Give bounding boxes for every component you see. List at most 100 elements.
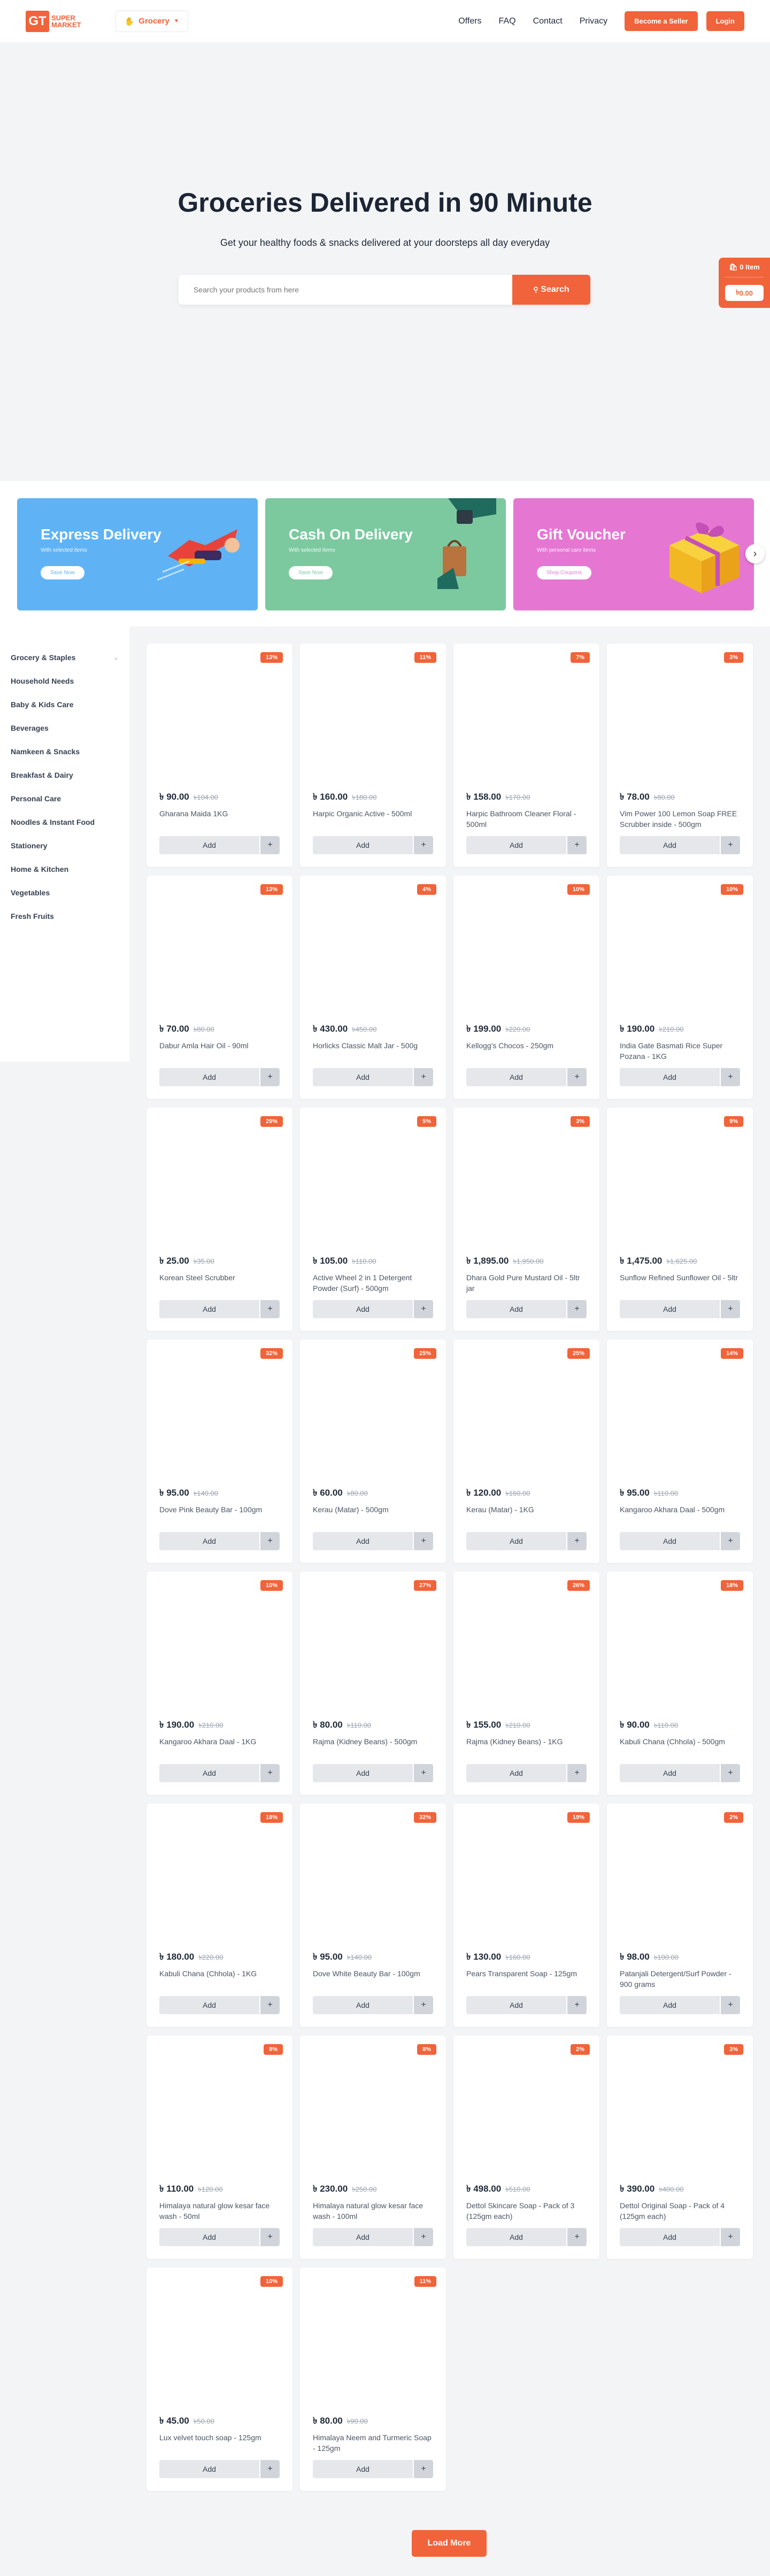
sidebar-item-home-kitchen[interactable]: Home & Kitchen: [11, 857, 119, 881]
banner-cta[interactable]: Save Now: [41, 566, 84, 579]
plus-icon[interactable]: +: [260, 2460, 280, 2478]
product-name[interactable]: Himalaya Neem and Turmeric Soap - 125gm: [313, 2432, 433, 2454]
product-name[interactable]: Dhara Gold Pure Mustard Oil - 5ltr jar: [466, 1272, 587, 1294]
plus-icon[interactable]: +: [567, 1300, 587, 1318]
product-name[interactable]: Harpic Organic Active - 500ml: [313, 808, 433, 830]
product-image[interactable]: [466, 1120, 587, 1254]
product-card[interactable]: 10% ৳ 45.00 ৳50.00 Lux velvet touch soap - …: [147, 2268, 292, 2491]
product-card[interactable]: 32% ৳ 95.00 ৳140.00 Dove White Beauty Bar -…: [300, 1804, 446, 2027]
add-button[interactable]: Add: [313, 1996, 413, 2014]
product-name[interactable]: Gharana Maida 1KG: [159, 808, 280, 830]
product-name[interactable]: Himalaya natural glow kesar face wash - …: [313, 2200, 433, 2222]
product-image[interactable]: [313, 2048, 433, 2182]
product-card[interactable]: 3% ৳ 1,895.00 ৳1,950.00 Dhara Gold Pure Mus…: [453, 1108, 599, 1331]
product-card[interactable]: 25% ৳ 120.00 ৳160.00 Kerau (Matar) - 1KG Add…: [453, 1340, 599, 1563]
plus-icon[interactable]: +: [414, 2460, 433, 2478]
sidebar-item-noodles-instant-food[interactable]: Noodles & Instant Food: [11, 810, 119, 834]
add-button[interactable]: Add: [620, 1068, 720, 1086]
product-image[interactable]: [620, 888, 740, 1022]
product-card[interactable]: 2% ৳ 98.00 ৳100.00 Patanjali Detergent/Surf…: [607, 1804, 753, 2027]
product-card[interactable]: 25% ৳ 60.00 ৳80.00 Kerau (Matar) - 500gm Add…: [300, 1340, 446, 1563]
nav-offers[interactable]: Offers: [458, 17, 481, 26]
product-card[interactable]: 26% ৳ 155.00 ৳210.00 Rajma (Kidney Beans) -…: [453, 1572, 599, 1795]
sidebar-item-stationery[interactable]: Stationery: [11, 834, 119, 857]
product-image[interactable]: [620, 2048, 740, 2182]
plus-icon[interactable]: +: [721, 1532, 740, 1550]
product-name[interactable]: Dove White Beauty Bar - 100gm: [313, 1968, 433, 1990]
add-button[interactable]: Add: [313, 2460, 413, 2478]
product-name[interactable]: Horlicks Classic Malt Jar - 500g: [313, 1040, 433, 1062]
product-card[interactable]: 29% ৳ 25.00 ৳35.00 Korean Steel Scrubber Add…: [147, 1108, 292, 1331]
plus-icon[interactable]: +: [414, 1300, 433, 1318]
banner-cta[interactable]: Save Now: [289, 566, 333, 579]
plus-icon[interactable]: +: [721, 1764, 740, 1782]
add-button[interactable]: Add: [159, 2460, 259, 2478]
nav-privacy[interactable]: Privacy: [580, 17, 607, 26]
plus-icon[interactable]: +: [414, 1068, 433, 1086]
product-image[interactable]: [466, 888, 587, 1022]
floating-cart[interactable]: 🛍 0 Item ৳ 0.00: [719, 258, 770, 308]
banner-express-delivery[interactable]: Express Delivery With selected items Sav…: [17, 498, 258, 610]
add-button[interactable]: Add: [466, 1764, 566, 1782]
add-button[interactable]: Add: [313, 2228, 413, 2246]
add-button[interactable]: Add: [466, 1068, 566, 1086]
sidebar-item-fresh-fruits[interactable]: Fresh Fruits: [11, 904, 119, 928]
product-image[interactable]: [159, 1120, 280, 1254]
sidebar-item-beverages[interactable]: Beverages: [11, 716, 119, 740]
banner-gift-voucher[interactable]: Gift Voucher With personal care items Sh…: [513, 498, 754, 610]
product-image[interactable]: [159, 2280, 280, 2414]
product-name[interactable]: Rajma (Kidney Beans) - 1KG: [466, 1736, 587, 1758]
plus-icon[interactable]: +: [721, 2228, 740, 2246]
product-image[interactable]: [159, 1816, 280, 1950]
product-image[interactable]: [159, 888, 280, 1022]
product-image[interactable]: [159, 656, 280, 790]
add-button[interactable]: Add: [466, 836, 566, 854]
product-name[interactable]: Kabuli Chana (Chhola) - 500gm: [620, 1736, 740, 1758]
product-image[interactable]: [620, 1352, 740, 1486]
sidebar-item-baby-kids-care[interactable]: Baby & Kids Care: [11, 693, 119, 716]
product-name[interactable]: Kabuli Chana (Chhola) - 1KG: [159, 1968, 280, 1990]
plus-icon[interactable]: +: [414, 2228, 433, 2246]
product-image[interactable]: [620, 1120, 740, 1254]
product-image[interactable]: [313, 656, 433, 790]
product-name[interactable]: Rajma (Kidney Beans) - 500gm: [313, 1736, 433, 1758]
plus-icon[interactable]: +: [414, 1532, 433, 1550]
add-button[interactable]: Add: [159, 836, 259, 854]
add-button[interactable]: Add: [620, 1764, 720, 1782]
login-button[interactable]: Login: [706, 11, 744, 31]
plus-icon[interactable]: +: [414, 1996, 433, 2014]
add-button[interactable]: Add: [313, 1764, 413, 1782]
product-card[interactable]: 4% ৳ 430.00 ৳450.00 Horlicks Classic Malt J…: [300, 876, 446, 1099]
plus-icon[interactable]: +: [260, 2228, 280, 2246]
product-image[interactable]: [313, 888, 433, 1022]
plus-icon[interactable]: +: [567, 2228, 587, 2246]
product-image[interactable]: [620, 1816, 740, 1950]
add-button[interactable]: Add: [313, 1300, 413, 1318]
product-image[interactable]: [159, 1584, 280, 1718]
product-card[interactable]: 10% ৳ 190.00 ৳210.00 India Gate Basmati Ric…: [607, 876, 753, 1099]
product-name[interactable]: Sunflow Refined Sunflower Oil - 5ltr: [620, 1272, 740, 1294]
add-button[interactable]: Add: [159, 1300, 259, 1318]
product-card[interactable]: 2% ৳ 498.00 ৳510.00 Dettol Skincare Soap - …: [453, 2036, 599, 2259]
product-name[interactable]: Harpic Bathroom Cleaner Floral - 500ml: [466, 808, 587, 830]
product-image[interactable]: [159, 2048, 280, 2182]
product-image[interactable]: [466, 1584, 587, 1718]
product-card[interactable]: 18% ৳ 90.00 ৳110.00 Kabuli Chana (Chhola) -…: [607, 1572, 753, 1795]
search-button[interactable]: ⚲ Search: [512, 275, 590, 305]
product-name[interactable]: Himalaya natural glow kesar face wash - …: [159, 2200, 280, 2222]
add-button[interactable]: Add: [620, 1996, 720, 2014]
add-button[interactable]: Add: [313, 1068, 413, 1086]
product-card[interactable]: 13% ৳ 70.00 ৳80.00 Dabur Amla Hair Oil - 90…: [147, 876, 292, 1099]
sidebar-item-grocery-staples[interactable]: Grocery & Staples ⌄: [11, 646, 119, 669]
product-name[interactable]: Dettol Skincare Soap - Pack of 3 (125gm …: [466, 2200, 587, 2222]
add-button[interactable]: Add: [159, 2228, 259, 2246]
site-logo[interactable]: GT SUPER MARKET: [26, 10, 81, 32]
add-button[interactable]: Add: [159, 1764, 259, 1782]
product-card[interactable]: 19% ৳ 130.00 ৳160.00 Pears Transparent Soap…: [453, 1804, 599, 2027]
plus-icon[interactable]: +: [260, 1764, 280, 1782]
product-card[interactable]: 7% ৳ 158.00 ৳170.00 Harpic Bathroom Cleaner…: [453, 644, 599, 867]
plus-icon[interactable]: +: [260, 1300, 280, 1318]
sidebar-item-household-needs[interactable]: Household Needs: [11, 669, 119, 693]
nav-faq[interactable]: FAQ: [499, 17, 516, 26]
product-card[interactable]: 11% ৳ 160.00 ৳180.00 Harpic Organic Active …: [300, 644, 446, 867]
